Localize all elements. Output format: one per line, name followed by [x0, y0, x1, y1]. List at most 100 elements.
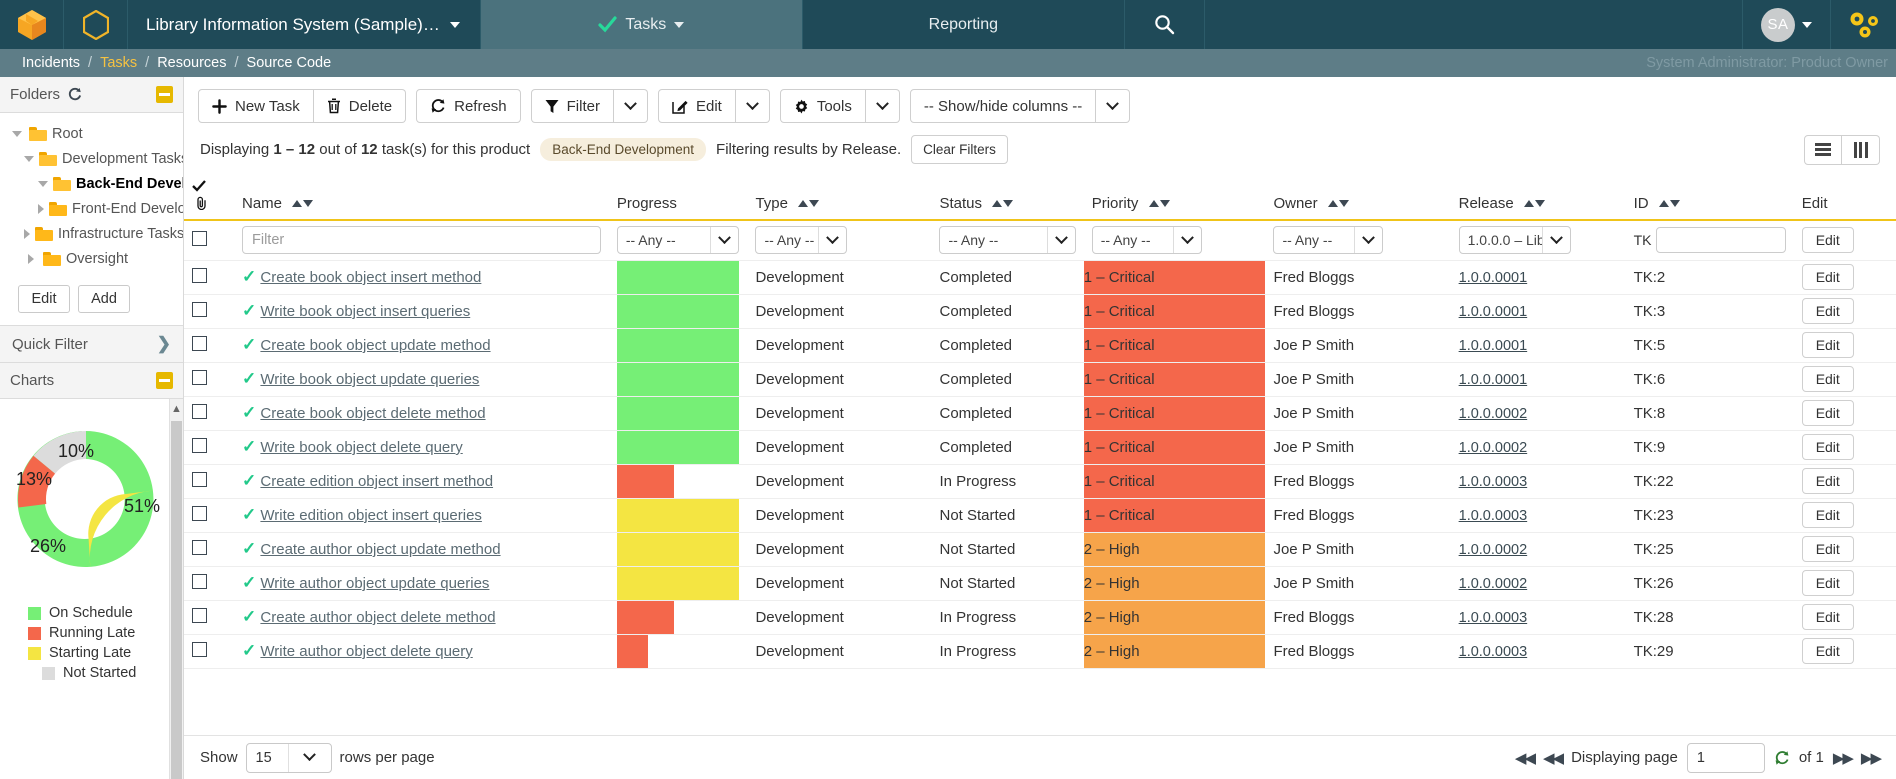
- search-button[interactable]: [1125, 0, 1205, 49]
- row-edit-button[interactable]: Edit: [1802, 536, 1854, 562]
- tree-node-back-end-development[interactable]: Back-End Develo: [0, 171, 183, 196]
- sort-icons[interactable]: [992, 200, 1013, 207]
- release-link[interactable]: 1.0.0.0003: [1459, 474, 1528, 490]
- row-checkbox[interactable]: [192, 438, 207, 453]
- row-edit-button[interactable]: Edit: [1802, 400, 1854, 426]
- last-page-icon[interactable]: ▶▶: [1861, 749, 1880, 767]
- row-checkbox[interactable]: [192, 404, 207, 419]
- task-name-link[interactable]: Write author object update queries: [260, 575, 489, 592]
- sort-icons[interactable]: [1659, 200, 1680, 207]
- release-link[interactable]: 1.0.0.0001: [1459, 372, 1528, 388]
- task-name-link[interactable]: Create author object update method: [260, 541, 500, 558]
- table-row[interactable]: ✓ Create book object update method Devel…: [184, 328, 1896, 362]
- refresh-icon[interactable]: [1774, 750, 1790, 766]
- tree-node-front-end-development[interactable]: Front-End Develo: [0, 196, 183, 221]
- task-name-link[interactable]: Write book object update queries: [260, 371, 479, 388]
- header-name[interactable]: Name: [234, 174, 609, 220]
- header-priority[interactable]: Priority: [1084, 174, 1266, 220]
- release-link[interactable]: 1.0.0.0003: [1459, 610, 1528, 626]
- sort-icons[interactable]: [798, 200, 819, 207]
- table-row[interactable]: ✓ Write author object update queries Dev…: [184, 566, 1896, 600]
- release-link[interactable]: 1.0.0.0002: [1459, 440, 1528, 456]
- breadcrumb-item-resources[interactable]: Resources: [149, 55, 234, 71]
- scrollbar-thumb[interactable]: [171, 421, 182, 779]
- progress-filter-select[interactable]: -- Any --: [617, 226, 740, 254]
- expander[interactable]: [24, 156, 34, 162]
- column-view-icon[interactable]: [1842, 135, 1880, 165]
- row-checkbox[interactable]: [192, 268, 207, 283]
- breadcrumb-item-source-code[interactable]: Source Code: [239, 55, 340, 71]
- list-view-icon[interactable]: [1804, 135, 1842, 165]
- table-row[interactable]: ✓ Write edition object insert queries De…: [184, 498, 1896, 532]
- table-row[interactable]: ✓ Create book object insert method Devel…: [184, 260, 1896, 294]
- select-all-checkbox[interactable]: [192, 231, 207, 246]
- release-link[interactable]: 1.0.0.0002: [1459, 542, 1528, 558]
- row-checkbox[interactable]: [192, 540, 207, 555]
- row-edit-button[interactable]: Edit: [1802, 502, 1854, 528]
- row-checkbox[interactable]: [192, 608, 207, 623]
- release-link[interactable]: 1.0.0.0002: [1459, 406, 1528, 422]
- table-row[interactable]: ✓ Write book object update queries Devel…: [184, 362, 1896, 396]
- scroll-up-icon[interactable]: ▲: [170, 399, 183, 419]
- row-edit-button[interactable]: Edit: [1802, 468, 1854, 494]
- sort-icons[interactable]: [1149, 200, 1170, 207]
- task-name-link[interactable]: Create author object delete method: [260, 609, 495, 626]
- page-number-input[interactable]: 1: [1687, 743, 1765, 773]
- table-row[interactable]: ✓ Create author object update method Dev…: [184, 532, 1896, 566]
- release-link[interactable]: 1.0.0.0001: [1459, 304, 1528, 320]
- row-checkbox[interactable]: [192, 302, 207, 317]
- table-row[interactable]: ✓ Write book object delete query Develop…: [184, 430, 1896, 464]
- release-link[interactable]: 1.0.0.0001: [1459, 338, 1528, 354]
- row-edit-button[interactable]: Edit: [1802, 570, 1854, 596]
- row-checkbox[interactable]: [192, 642, 207, 657]
- release-link[interactable]: 1.0.0.0002: [1459, 576, 1528, 592]
- folder-edit-button[interactable]: Edit: [18, 285, 70, 313]
- sort-icons[interactable]: [1328, 200, 1349, 207]
- name-filter-input[interactable]: Filter: [242, 226, 601, 254]
- tools-dropdown-button[interactable]: [866, 89, 900, 123]
- table-row[interactable]: ✓ Create edition object insert method De…: [184, 464, 1896, 498]
- hexagon-badge[interactable]: [64, 0, 128, 49]
- tools-button[interactable]: Tools: [780, 89, 866, 123]
- refresh-button[interactable]: Refresh: [416, 89, 521, 123]
- prev-page-icon[interactable]: ◀◀: [1543, 749, 1562, 767]
- release-link[interactable]: 1.0.0.0001: [1459, 270, 1528, 286]
- table-row[interactable]: ✓ Create book object delete method Devel…: [184, 396, 1896, 430]
- clear-filters-button[interactable]: Clear Filters: [911, 135, 1008, 164]
- header-owner[interactable]: Owner: [1265, 174, 1450, 220]
- owner-filter-select[interactable]: -- Any --: [1273, 226, 1383, 254]
- expander[interactable]: [10, 131, 24, 137]
- filter-dropdown-button[interactable]: [614, 89, 648, 123]
- row-edit-button[interactable]: Edit: [1802, 264, 1854, 290]
- priority-filter-select[interactable]: -- Any --: [1092, 226, 1202, 254]
- show-hide-columns-dropdown-button[interactable]: [1096, 89, 1130, 123]
- row-edit-button[interactable]: Edit: [1802, 604, 1854, 630]
- row-checkbox[interactable]: [192, 506, 207, 521]
- header-type[interactable]: Type: [747, 174, 931, 220]
- expander[interactable]: [24, 254, 38, 264]
- row-checkbox[interactable]: [192, 336, 207, 351]
- tree-node-oversight[interactable]: Oversight: [0, 246, 183, 271]
- app-logo[interactable]: [0, 0, 64, 49]
- tree-node-development-tasks[interactable]: Development Tasks: [0, 146, 183, 171]
- rows-per-page-select[interactable]: 15: [246, 743, 332, 773]
- table-row[interactable]: ✓ Write book object insert queries Devel…: [184, 294, 1896, 328]
- header-release[interactable]: Release: [1451, 174, 1626, 220]
- sort-icons[interactable]: [1524, 200, 1545, 207]
- row-checkbox[interactable]: [192, 574, 207, 589]
- quick-filter-panel-header[interactable]: Quick Filter ❯: [0, 325, 183, 363]
- edit-button[interactable]: Edit: [658, 89, 736, 123]
- filter-button[interactable]: Filter: [531, 89, 614, 123]
- table-row[interactable]: ✓ Write author object delete query Devel…: [184, 634, 1896, 668]
- expander[interactable]: [38, 181, 48, 187]
- task-name-link[interactable]: Write book object insert queries: [260, 303, 470, 320]
- release-link[interactable]: 1.0.0.0003: [1459, 508, 1528, 524]
- row-edit-button[interactable]: Edit: [1802, 332, 1854, 358]
- id-filter-input[interactable]: [1656, 227, 1785, 253]
- task-name-link[interactable]: Create book object insert method: [260, 269, 481, 286]
- refresh-icon[interactable]: [67, 87, 82, 102]
- expander[interactable]: [24, 229, 30, 239]
- row-edit-button[interactable]: Edit: [1802, 298, 1854, 324]
- row-checkbox[interactable]: [192, 370, 207, 385]
- row-edit-button[interactable]: Edit: [1802, 434, 1854, 460]
